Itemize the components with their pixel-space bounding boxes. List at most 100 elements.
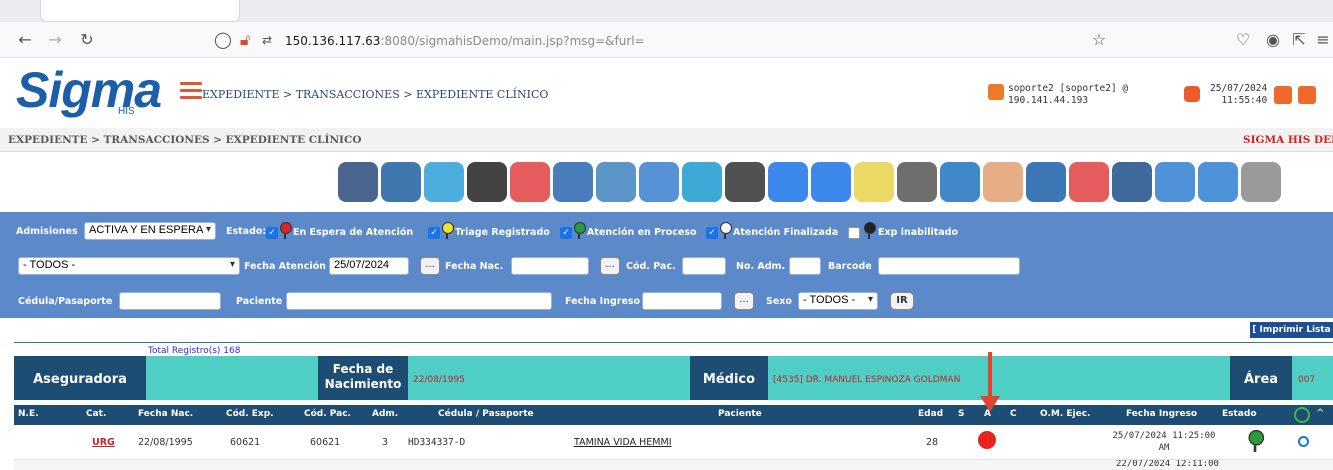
black-pin-icon <box>864 222 874 236</box>
home-medical-icon[interactable] <box>510 162 550 202</box>
lock-icon[interactable] <box>768 162 808 202</box>
fecha-atencion-picker[interactable]: ... <box>420 257 440 275</box>
column-header[interactable]: Paciente <box>718 409 762 419</box>
fecha-nac-band-label-2: Nacimiento <box>324 377 402 391</box>
cedula-label: Cédula/Pasaporte <box>18 296 113 307</box>
fecha-nac-picker[interactable]: ... <box>600 257 620 275</box>
browser-navbar <box>0 22 1333 58</box>
power-icon[interactable] <box>1298 86 1316 104</box>
bandage-icon[interactable] <box>1026 162 1066 202</box>
barcode-label: Barcode <box>828 261 872 272</box>
checklist-icon[interactable] <box>854 162 894 202</box>
chat-icon[interactable] <box>811 162 851 202</box>
user-ip: 190.141.44.193 <box>1008 95 1089 106</box>
account-icon[interactable]: ◉ <box>1262 29 1284 51</box>
menu-icon[interactable]: ≡ <box>1312 29 1333 51</box>
status-proceso-checkbox[interactable]: ✓ <box>560 227 572 239</box>
medico-value: [4535] DR. MANUEL ESPINOZA GOLDMAN <box>773 375 961 385</box>
doctor-icon[interactable] <box>596 162 636 202</box>
estado-label: Estado: <box>226 226 267 237</box>
column-header[interactable]: Cédula / Pasaporte <box>438 409 534 419</box>
wrench-icon[interactable] <box>1274 86 1292 104</box>
fecha-atencion-input[interactable]: 25/07/2024 <box>329 257 409 275</box>
sexo-label: Sexo <box>766 296 792 307</box>
column-header[interactable]: Edad <box>918 409 943 419</box>
logo-his: HIS <box>118 106 135 117</box>
reload-icon[interactable]: ↻ <box>76 29 98 51</box>
sigma-logo[interactable]: Sigma <box>16 62 162 118</box>
column-header[interactable]: Adm. <box>372 409 398 419</box>
column-header[interactable]: Cat. <box>86 409 106 419</box>
column-header[interactable]: Cód. Exp. <box>226 409 274 419</box>
forward-icon[interactable]: → <box>44 29 66 51</box>
breadcrumb: EXPEDIENTE > TRANSACCIONES > EXPEDIENTE … <box>202 88 549 101</box>
status-inhabilitado-checkbox[interactable] <box>848 227 860 239</box>
back-icon[interactable]: ← <box>14 29 36 51</box>
row-select-radio[interactable] <box>1298 436 1309 447</box>
todos-select[interactable]: - TODOS - <box>18 257 240 275</box>
insecure-lock-icon[interactable]: 🔓︎ <box>234 29 256 51</box>
column-header[interactable]: Estado <box>1222 409 1257 419</box>
column-header[interactable]: C <box>1010 409 1017 419</box>
alert-status-dot[interactable] <box>978 431 996 449</box>
lungs-icon[interactable] <box>424 162 464 202</box>
column-header[interactable]: Fecha Nac. <box>138 409 193 419</box>
add-folder-icon[interactable] <box>467 162 507 202</box>
baby-icon[interactable] <box>983 162 1023 202</box>
row-cat[interactable]: URG <box>92 437 115 448</box>
monitor-icon[interactable] <box>725 162 765 202</box>
refresh-icon[interactable] <box>1294 407 1310 423</box>
print-list-link[interactable]: [ Imprimir Lista ] <box>1250 322 1333 351</box>
pill-icon[interactable] <box>381 162 421 202</box>
row-cod-exp: 60621 <box>230 437 261 448</box>
printer-icon[interactable] <box>897 162 937 202</box>
status-finalizada-checkbox[interactable]: ✓ <box>706 227 718 239</box>
paciente-input[interactable] <box>286 292 552 310</box>
org-chart-icon[interactable] <box>338 162 378 202</box>
user-icon[interactable] <box>988 84 1004 100</box>
staff-icon[interactable] <box>639 162 679 202</box>
permissions-icon[interactable]: ⇄ <box>256 29 278 51</box>
pocket-icon[interactable]: ♡ <box>1232 29 1254 51</box>
current-time: 11:55:40 <box>1221 95 1268 106</box>
shield-icon[interactable]: ◯ <box>212 29 234 51</box>
home-icon[interactable] <box>1069 162 1109 202</box>
total-records: Total Registro(s) 168 <box>148 346 241 356</box>
browser-tab[interactable] <box>40 0 240 22</box>
search-icon[interactable] <box>940 162 980 202</box>
fecha-nac-input[interactable] <box>511 257 589 275</box>
column-header[interactable]: Fecha Ingreso <box>1126 409 1197 419</box>
patient-tag-icon-2[interactable] <box>1198 162 1238 202</box>
cod-pac-input[interactable] <box>682 257 726 275</box>
column-header[interactable]: S <box>958 409 964 419</box>
scale-icon[interactable] <box>553 162 593 202</box>
column-header[interactable]: N.E. <box>18 409 39 419</box>
clock-icon <box>1184 86 1200 102</box>
no-adm-input[interactable] <box>789 257 821 275</box>
status-triage-checkbox[interactable]: ✓ <box>428 227 440 239</box>
bookmark-star-icon[interactable]: ☆ <box>1088 29 1110 51</box>
hamburger-menu-icon[interactable] <box>180 82 202 100</box>
rx-icon[interactable] <box>1112 162 1152 202</box>
ir-button[interactable]: IR <box>890 292 914 310</box>
row-paciente[interactable]: TAMINA VIDA HEMMI <box>574 437 672 448</box>
row-cedula: HD334337-D <box>408 437 466 448</box>
red-pin-icon <box>280 222 290 236</box>
address-bar[interactable]: 150.136.117.63:8080/sigmahisDemo/main.js… <box>285 34 645 48</box>
cedula-input[interactable] <box>119 292 221 310</box>
patient-tag-icon[interactable] <box>1155 162 1195 202</box>
column-header[interactable]: O.M. Ejec. <box>1040 409 1090 419</box>
gauge-icon[interactable] <box>1241 162 1281 202</box>
status-espera-checkbox[interactable]: ✓ <box>266 227 278 239</box>
paciente-label: Paciente <box>236 296 283 307</box>
scroll-up-icon[interactable]: ^ <box>1316 408 1330 422</box>
fecha-ingreso-picker[interactable]: ... <box>734 292 754 310</box>
column-header[interactable]: Cód. Pac. <box>304 409 351 419</box>
extensions-icon[interactable]: ⇱ <box>1288 29 1310 51</box>
barcode-input[interactable] <box>878 257 1020 275</box>
fecha-atencion-label: Fecha Atención <box>244 261 326 272</box>
sexo-select[interactable]: - TODOS - <box>798 292 878 310</box>
fecha-ingreso-input[interactable] <box>642 292 722 310</box>
admisiones-select[interactable]: ACTIVA Y EN ESPERA <box>84 222 216 240</box>
bed-icon[interactable] <box>682 162 722 202</box>
